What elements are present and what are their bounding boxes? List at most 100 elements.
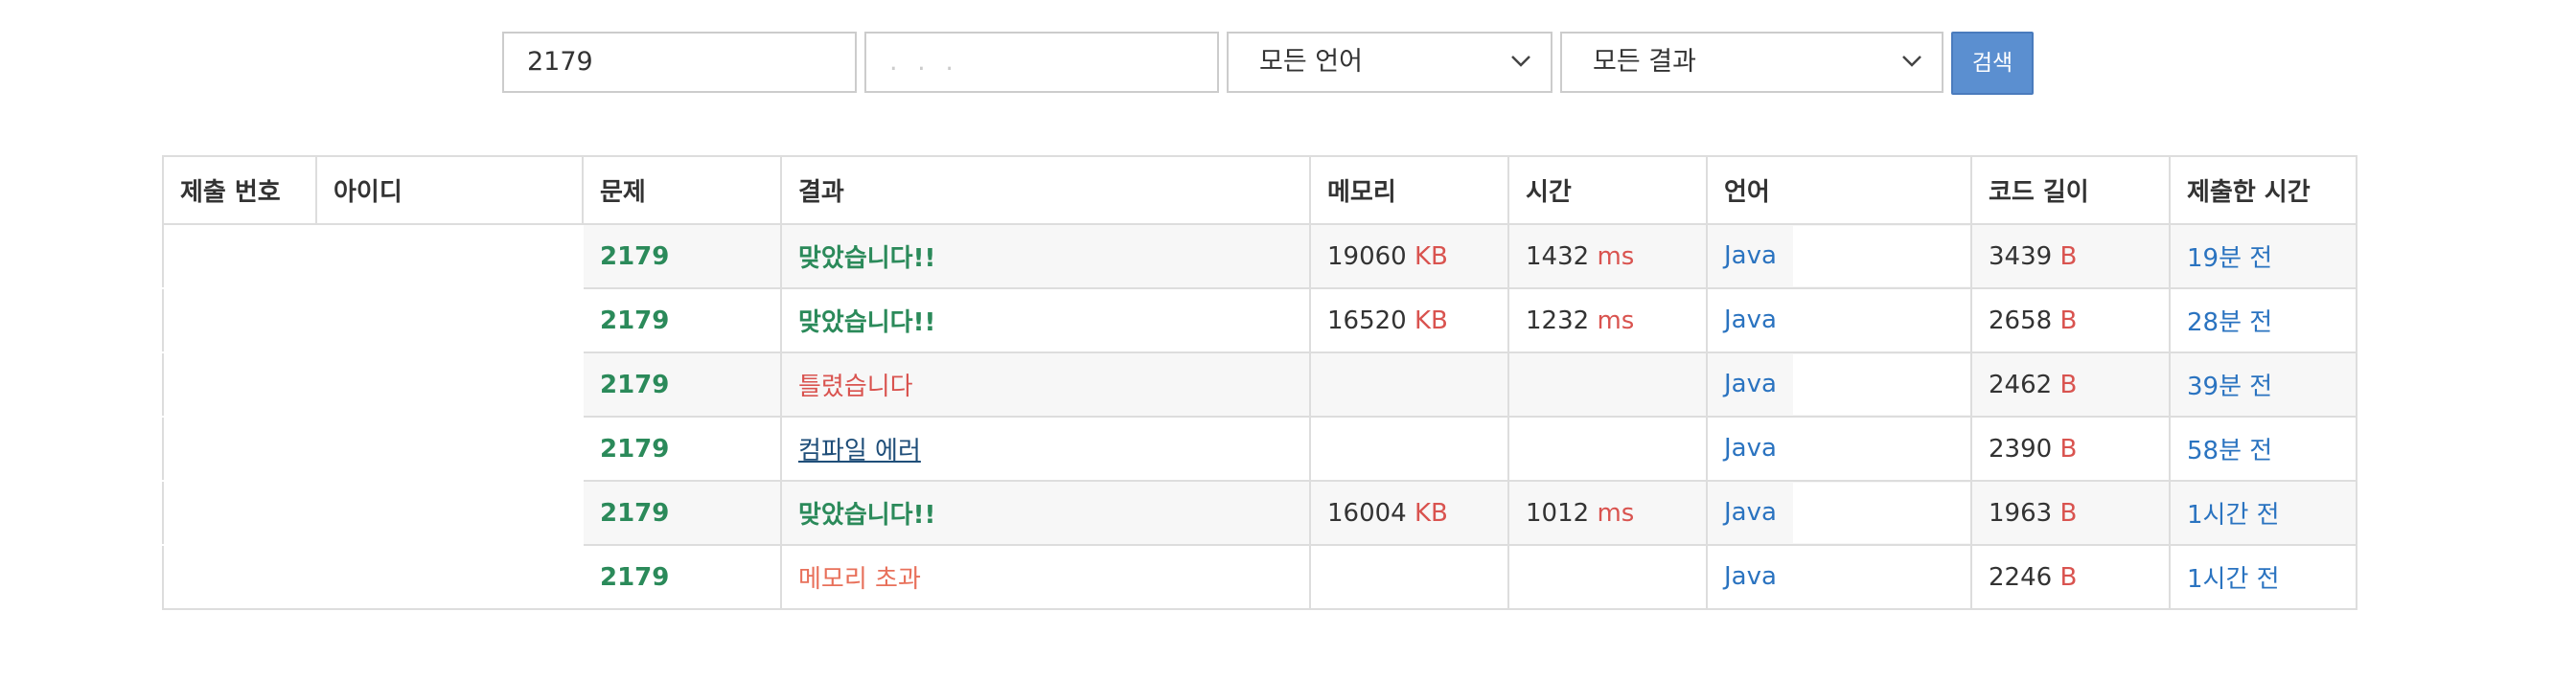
table-row: 2179 메모리 초과 Java 2246 B 1시간 전 <box>162 544 2358 610</box>
result-cell: 컴파일 에러 <box>780 416 1311 482</box>
submitted-time-link[interactable]: 19분 전 <box>2187 244 2272 273</box>
code-length-value: 1963 <box>1989 498 2053 528</box>
language-cell: Java <box>1706 287 1972 353</box>
submitted-time-link[interactable]: 1시간 전 <box>2187 565 2280 594</box>
language-link[interactable]: Java <box>1709 547 1793 607</box>
submitted-time-link[interactable]: 58분 전 <box>2187 437 2272 465</box>
result-cell: 맞았습니다!! <box>780 480 1311 546</box>
header-time: 시간 <box>1507 155 1708 225</box>
table-row: 2179 맞았습니다!! 19060 KB 1432 ms Java 3439 B 19분 … <box>162 223 2358 289</box>
problem-link[interactable]: 2179 <box>600 563 669 592</box>
submission-id-cell <box>162 351 317 418</box>
memory-value: 16520 <box>1327 306 1407 335</box>
time-unit: ms <box>1597 241 1635 271</box>
user-id-cell <box>315 223 584 289</box>
masked-area <box>1793 290 1969 351</box>
masked-area <box>1793 547 1969 607</box>
result-cell: 맞았습니다!! <box>780 287 1311 353</box>
code-length-cell: 1963 B <box>1970 480 2171 546</box>
user-id-cell <box>315 287 584 353</box>
code-length-unit: B <box>2059 306 2078 335</box>
code-length-value: 2658 <box>1989 306 2053 335</box>
result-text: 맞았습니다!! <box>798 244 936 273</box>
code-length-unit: B <box>2059 370 2078 399</box>
language-link[interactable]: Java <box>1709 419 1793 479</box>
problem-id-input[interactable]: 2179 <box>502 32 857 93</box>
memory-unit: KB <box>1414 498 1448 528</box>
header-submission-id: 제출 번호 <box>162 155 317 225</box>
code-length-unit: B <box>2059 241 2078 271</box>
user-id-cell <box>315 544 584 610</box>
result-select-value: 모든 결과 <box>1593 47 1696 77</box>
user-id-masked-value: . . . <box>889 47 959 77</box>
memory-cell <box>1309 351 1509 418</box>
result-cell: 틀렸습니다 <box>780 351 1311 418</box>
submitted-time-link[interactable]: 28분 전 <box>2187 308 2272 337</box>
time-cell: 1012 ms <box>1507 480 1708 546</box>
memory-cell <box>1309 544 1509 610</box>
memory-cell: 16520 KB <box>1309 287 1509 353</box>
time-cell: 1432 ms <box>1507 223 1708 289</box>
language-link[interactable]: Java <box>1709 354 1793 415</box>
result-text: 맞았습니다!! <box>798 501 936 530</box>
header-memory: 메모리 <box>1309 155 1509 225</box>
problem-cell: 2179 <box>582 416 782 482</box>
submitted-time-link[interactable]: 1시간 전 <box>2187 501 2280 530</box>
table-row: 2179 틀렸습니다 Java 2462 B 39분 전 <box>162 351 2358 418</box>
submitted-time-cell: 19분 전 <box>2169 223 2358 289</box>
time-unit: ms <box>1597 306 1635 335</box>
problem-link[interactable]: 2179 <box>600 306 669 335</box>
submission-id-cell <box>162 480 317 546</box>
problem-cell: 2179 <box>582 480 782 546</box>
code-length-value: 3439 <box>1989 241 2053 271</box>
problem-link[interactable]: 2179 <box>600 371 669 399</box>
language-cell: Java <box>1706 351 1972 418</box>
language-select[interactable]: 모든 언어 <box>1227 32 1552 93</box>
submission-id-cell <box>162 416 317 482</box>
submission-status-table: 제출 번호 아이디 문제 결과 메모리 시간 언어 코드 길이 제출한 시간 2… <box>162 155 2358 610</box>
submitted-time-cell: 39분 전 <box>2169 351 2358 418</box>
problem-id-value: 2179 <box>527 47 593 77</box>
submitted-time-cell: 1시간 전 <box>2169 544 2358 610</box>
code-length-cell: 2390 B <box>1970 416 2171 482</box>
problem-link[interactable]: 2179 <box>600 499 669 528</box>
problem-link[interactable]: 2179 <box>600 435 669 464</box>
submitted-time-link[interactable]: 39분 전 <box>2187 373 2272 401</box>
memory-cell: 19060 KB <box>1309 223 1509 289</box>
problem-link[interactable]: 2179 <box>600 242 669 271</box>
user-id-input[interactable]: . . . <box>864 32 1219 93</box>
code-length-value: 2462 <box>1989 370 2053 399</box>
code-length-unit: B <box>2059 562 2078 592</box>
result-text: 틀렸습니다 <box>798 373 913 401</box>
language-link[interactable]: Java <box>1709 483 1793 543</box>
masked-area <box>1793 354 1969 415</box>
result-cell: 메모리 초과 <box>780 544 1311 610</box>
code-length-unit: B <box>2059 498 2078 528</box>
language-link[interactable]: Java <box>1709 290 1793 351</box>
memory-value: 16004 <box>1327 498 1407 528</box>
user-id-cell <box>315 416 584 482</box>
time-cell <box>1507 544 1708 610</box>
time-unit: ms <box>1597 498 1635 528</box>
search-button[interactable]: 검색 <box>1951 32 2034 95</box>
masked-area <box>1793 226 1969 286</box>
code-length-cell: 2246 B <box>1970 544 2171 610</box>
problem-cell: 2179 <box>582 351 782 418</box>
result-text[interactable]: 컴파일 에러 <box>798 437 921 465</box>
language-cell: Java <box>1706 480 1972 546</box>
language-link[interactable]: Java <box>1709 226 1793 286</box>
header-result: 결과 <box>780 155 1311 225</box>
header-language: 언어 <box>1706 155 1972 225</box>
memory-cell: 16004 KB <box>1309 480 1509 546</box>
header-code-length: 코드 길이 <box>1970 155 2171 225</box>
table-header-row: 제출 번호 아이디 문제 결과 메모리 시간 언어 코드 길이 제출한 시간 <box>162 155 2358 225</box>
chevron-down-icon <box>1902 56 1921 67</box>
submitted-time-cell: 58분 전 <box>2169 416 2358 482</box>
header-user-id: 아이디 <box>315 155 584 225</box>
time-cell: 1232 ms <box>1507 287 1708 353</box>
submission-id-cell <box>162 287 317 353</box>
time-cell <box>1507 351 1708 418</box>
result-select[interactable]: 모든 결과 <box>1560 32 1944 93</box>
table-row: 2179 맞았습니다!! 16004 KB 1012 ms Java 1963 B 1시간 … <box>162 480 2358 546</box>
memory-cell <box>1309 416 1509 482</box>
